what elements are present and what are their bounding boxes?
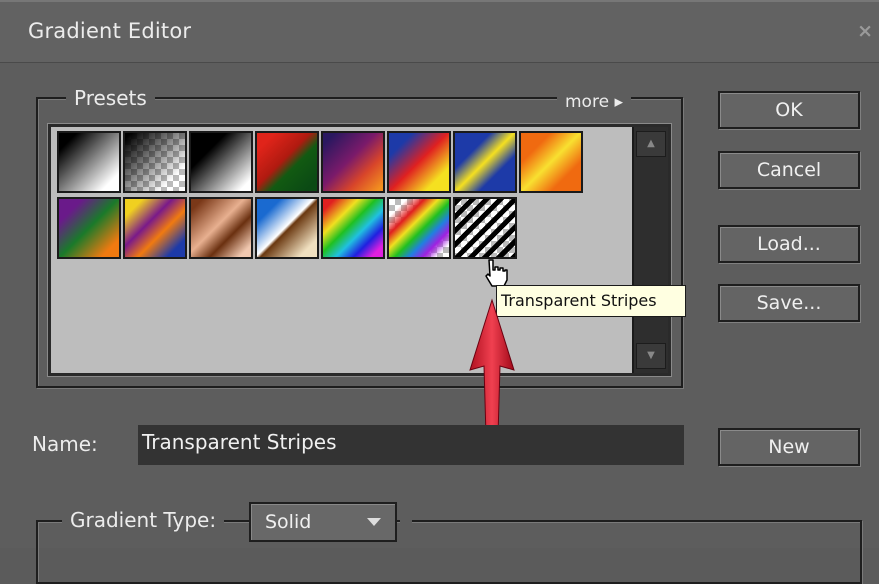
more-menu-button[interactable]: more ▸ [557, 92, 631, 112]
name-label: Name: [32, 432, 98, 456]
gradient-type-legend: Gradient Type: [62, 508, 225, 532]
gradient-type-value: Solid [265, 511, 312, 533]
load-button[interactable]: Load... [718, 225, 860, 263]
preset-swatch-spectrum[interactable] [321, 197, 385, 259]
preset-swatch-violet-orange[interactable] [321, 131, 385, 193]
preset-swatch-yellow-violet-orange-blue[interactable] [123, 197, 187, 259]
preset-swatch-copper[interactable] [189, 197, 253, 259]
preset-swatch-chrome[interactable] [255, 197, 319, 259]
window-title: Gradient Editor [28, 19, 192, 43]
chevron-down-icon [367, 518, 381, 526]
title-bar[interactable]: Gradient Editor × [0, 0, 879, 63]
name-input[interactable]: Transparent Stripes [138, 425, 684, 465]
gradient-editor-dialog: Gradient Editor × Presets more ▸ ▲ ▼ Tra… [0, 0, 879, 584]
scroll-down-icon[interactable]: ▼ [636, 343, 666, 369]
ok-button[interactable]: OK [718, 91, 860, 129]
gradient-type-legend-bg [400, 512, 412, 528]
presets-panel[interactable]: ▲ ▼ [48, 124, 671, 376]
preset-swatch-black-transparent[interactable] [123, 131, 187, 193]
cancel-button[interactable]: Cancel [718, 151, 860, 189]
presets-scrollbar[interactable]: ▲ ▼ [632, 127, 668, 373]
preset-swatch-transparent-stripes[interactable] [453, 197, 517, 259]
preset-swatch-violet-green-orange[interactable] [57, 197, 121, 259]
close-icon[interactable]: × [857, 20, 873, 42]
presets-legend: Presets [66, 86, 155, 110]
gradient-type-select[interactable]: Solid [249, 502, 397, 542]
preset-swatch-transparent-rainbow[interactable] [387, 197, 451, 259]
swatch-tooltip: Transparent Stripes [496, 285, 686, 317]
preset-swatch-black-white[interactable] [57, 131, 121, 193]
preset-swatch-red-green[interactable] [255, 131, 319, 193]
preset-swatch-blue-yellow-blue[interactable] [453, 131, 517, 193]
scroll-up-icon[interactable]: ▲ [636, 131, 666, 157]
preset-swatch-blue-red-yellow[interactable] [387, 131, 451, 193]
save-button[interactable]: Save... [718, 284, 860, 322]
new-button[interactable]: New [718, 428, 860, 466]
preset-swatch-orange-yellow-orange[interactable] [519, 131, 583, 193]
preset-swatch-black-white-2[interactable] [189, 131, 253, 193]
red-arrow-annotation [469, 298, 515, 437]
